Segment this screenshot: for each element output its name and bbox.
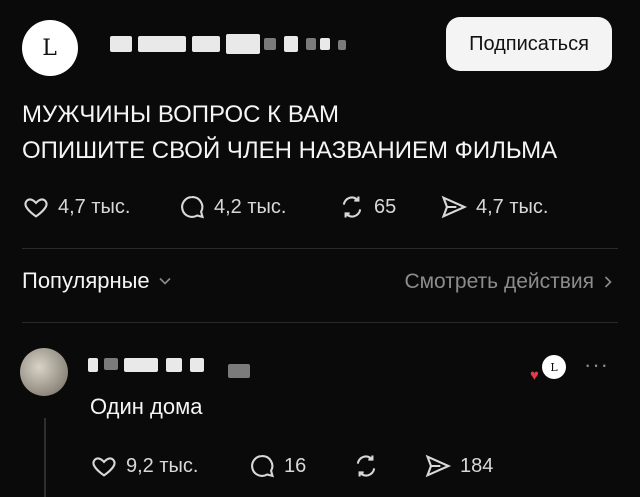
post-like-count: 4,7 тыс. <box>58 195 131 218</box>
comment-icon <box>251 455 274 478</box>
comment-share-button[interactable]: 184 <box>424 452 493 480</box>
post-share-button[interactable]: 4,7 тыс. <box>440 193 548 221</box>
comment-reply-count: 16 <box>284 454 307 477</box>
post-comment-button[interactable]: 4,2 тыс. <box>178 193 286 221</box>
more-icon[interactable]: ··· <box>584 352 609 378</box>
thread-line <box>44 418 46 497</box>
comment-text: Один дома <box>90 394 203 419</box>
post-text-line: МУЖЧИНЫ ВОПРОС К ВАМ <box>22 101 340 128</box>
sort-label: Популярные <box>22 268 150 293</box>
author-avatar[interactable]: L <box>22 20 78 76</box>
comment-reply-button[interactable]: 16 <box>248 452 306 480</box>
divider <box>22 248 618 249</box>
avatar-logo-text: L <box>42 35 58 61</box>
post-text: МУЖЧИНЫ ВОПРОС К ВАМ ОПИШИТЕ СВОЙ ЧЛЕН Н… <box>22 97 622 169</box>
comment-like-count: 9,2 тыс. <box>126 454 199 477</box>
author-liked-badge: L <box>542 355 566 379</box>
post-share-count: 4,7 тыс. <box>476 195 549 218</box>
commenter-avatar[interactable] <box>20 348 68 396</box>
post-repost-count: 65 <box>374 195 397 218</box>
comment-icon <box>181 196 204 219</box>
heart-icon <box>92 457 116 477</box>
chevron-right-icon <box>604 276 612 288</box>
repost-icon <box>342 196 362 218</box>
view-activity-label: Смотреть действия <box>404 270 594 293</box>
post-comment-count: 4,2 тыс. <box>214 195 287 218</box>
comment-repost-button[interactable] <box>352 452 380 480</box>
comment-share-count: 184 <box>460 454 494 477</box>
heart-icon <box>24 198 48 218</box>
post-like-button[interactable]: 4,7 тыс. <box>22 193 130 221</box>
view-activity-link[interactable]: Смотреть действия <box>404 270 614 294</box>
subscribe-button[interactable]: Подписаться <box>446 17 612 71</box>
repost-icon <box>356 455 376 477</box>
divider <box>22 322 618 323</box>
comment-like-button[interactable]: 9,2 тыс. <box>90 452 198 480</box>
share-icon <box>425 454 452 478</box>
share-icon <box>441 195 468 219</box>
heart-icon: ♥ <box>530 367 539 384</box>
sort-dropdown[interactable]: Популярные <box>22 268 172 294</box>
chevron-down-icon <box>159 277 171 285</box>
post-repost-button[interactable]: 65 <box>338 193 396 221</box>
post-text-line: ОПИШИТЕ СВОЙ ЧЛЕН НАЗВАНИЕМ ФИЛЬМА <box>22 137 558 164</box>
